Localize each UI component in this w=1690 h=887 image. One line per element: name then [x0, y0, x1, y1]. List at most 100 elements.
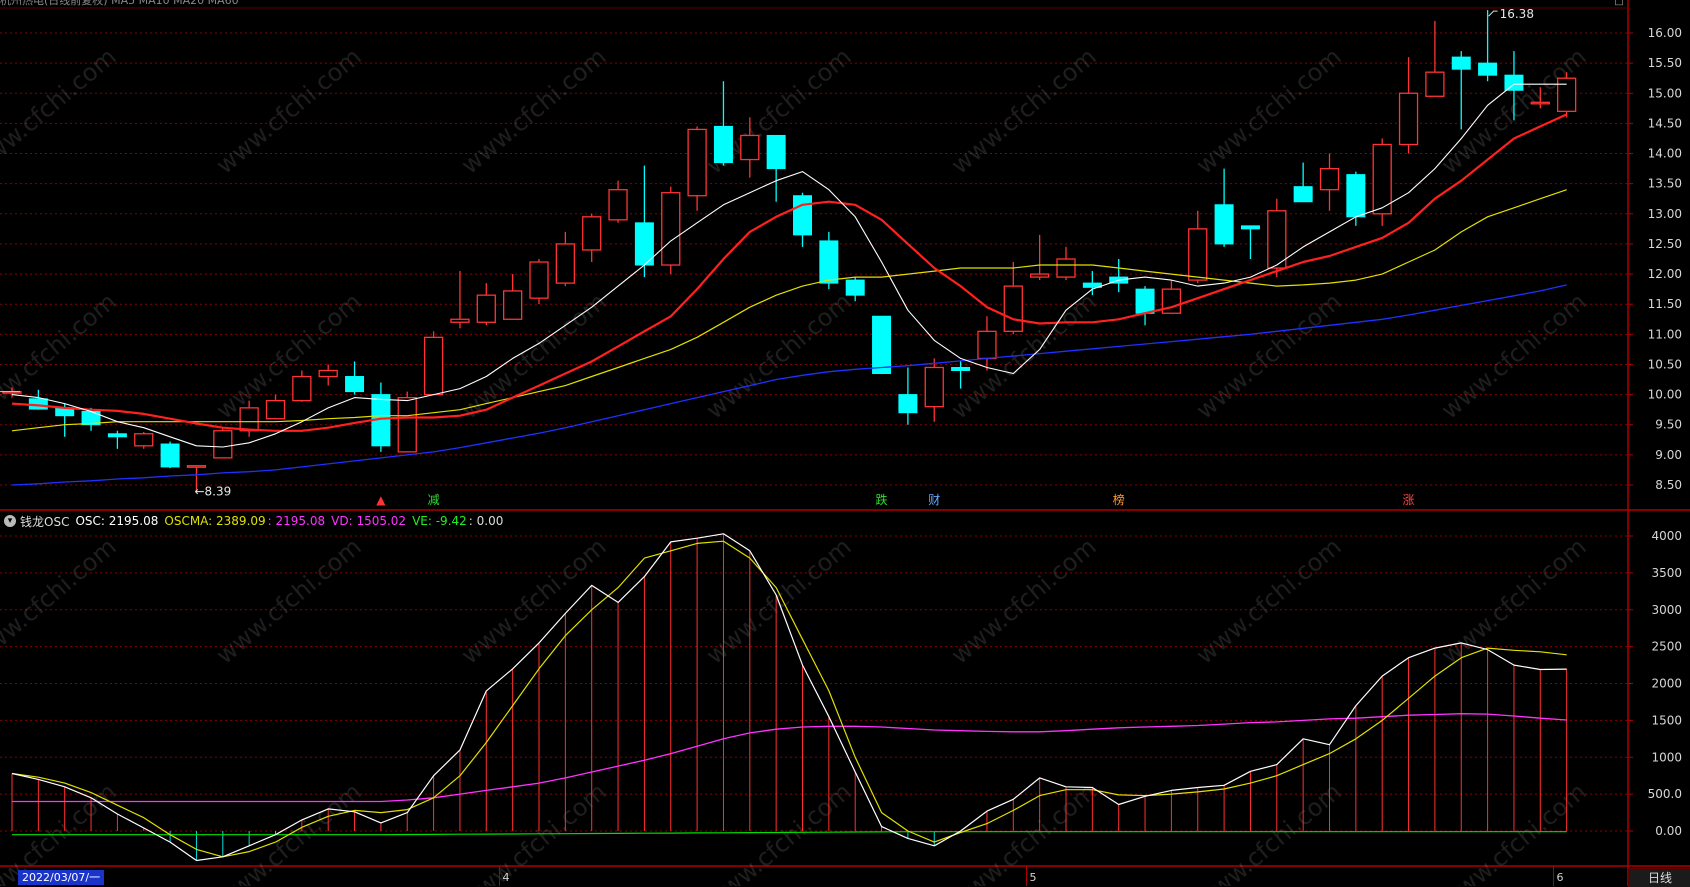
osc-tick-label: 1500 [1651, 713, 1682, 727]
candle-body [555, 243, 575, 284]
event-marker: 减 [428, 493, 440, 507]
candle-body [345, 376, 365, 393]
event-marker: 涨 [1403, 492, 1415, 507]
candle [661, 186, 681, 275]
period-tab-daily[interactable]: 日线 [1628, 868, 1690, 887]
price-tick-label: 15.00 [1648, 86, 1682, 100]
osc-tick-label: 2000 [1651, 677, 1682, 691]
candle-body [898, 394, 918, 414]
price-tick-label: 12.00 [1648, 267, 1682, 281]
candle-body [872, 315, 892, 375]
high-price-label: 16.38 [1500, 7, 1534, 21]
price-tick-label: 11.00 [1648, 327, 1682, 341]
candle-body [1451, 56, 1471, 70]
osc-tick-label: 1000 [1651, 750, 1682, 764]
candle-body [292, 375, 312, 402]
oscma-value: OSCMA: 2389.09 [164, 514, 266, 528]
osc-title[interactable]: 钱龙OSC [20, 513, 69, 530]
price-tick-label: 8.50 [1655, 478, 1682, 492]
candle-body [1240, 225, 1260, 230]
price-tick-label: 13.00 [1648, 207, 1682, 221]
month-label: 5 [1029, 871, 1036, 884]
month-label: 6 [1556, 871, 1563, 884]
price-tick-label: 9.50 [1655, 418, 1682, 432]
extra-value: : 0.00 [468, 514, 504, 528]
candle-body [1372, 143, 1392, 215]
candle-body [1135, 288, 1155, 314]
candle-body [1504, 74, 1524, 91]
candle [134, 431, 154, 449]
month-label: 4 [502, 871, 509, 884]
candle-body [450, 318, 470, 323]
candle-body [740, 134, 760, 161]
candle-body [582, 216, 602, 251]
osc-tick-label: 3500 [1651, 566, 1682, 580]
candle-body [713, 125, 733, 164]
cursor-date-label: 2022/03/07/一 [18, 870, 105, 885]
candle [213, 427, 233, 459]
candle [160, 441, 180, 469]
candle-body [239, 407, 259, 432]
candle-body [1214, 204, 1234, 245]
osc-tick-label: 2500 [1651, 640, 1682, 654]
candle [872, 315, 892, 375]
candle-body [476, 294, 496, 323]
osc-secondary-value: : 2195.08 [267, 514, 326, 528]
candle-body [1319, 167, 1340, 191]
osc-tick-label: 4000 [1651, 529, 1682, 543]
price-tick-label: 14.50 [1648, 116, 1682, 130]
candle-body [107, 433, 127, 438]
candle-body [186, 465, 207, 468]
candle-body [1478, 62, 1498, 76]
candle [529, 259, 549, 305]
stock-chart[interactable]: 16.00 15.50 15.00 14.50 14.00 13.50 13.00 12.50… [0, 0, 1690, 886]
candle [1372, 138, 1392, 226]
price-tick-label: 15.50 [1648, 56, 1682, 70]
price-tick-label: 14.00 [1648, 147, 1682, 161]
event-marker: 财 [928, 493, 940, 507]
osc-indicator-header: ▾ 钱龙OSC OSC: 2195.08 OSCMA: 2389.09 : 21… [4, 513, 509, 529]
candle-body [608, 189, 628, 221]
osc-tick-label: 3000 [1651, 603, 1682, 617]
price-tick-label: 16.00 [1648, 26, 1682, 40]
candle-body [134, 433, 154, 447]
candle-body [265, 399, 286, 420]
candle-body [977, 330, 997, 360]
event-marker: ▲ [376, 493, 386, 507]
price-tick-label: 12.50 [1648, 237, 1682, 251]
price-tick-label: 9.00 [1655, 448, 1682, 462]
low-price-label: ←8.39 [194, 485, 231, 499]
candle-body [1003, 285, 1023, 332]
candle-body [1030, 273, 1050, 278]
candle-body [819, 240, 839, 284]
price-tick-label: 11.50 [1648, 297, 1682, 311]
event-marker: 榜 [1113, 492, 1125, 507]
candle-body [1530, 101, 1550, 105]
candle-body [1557, 77, 1577, 112]
candle [423, 331, 444, 396]
candle-body [1346, 174, 1366, 218]
candle-body [318, 369, 338, 378]
candle-body [1425, 71, 1445, 97]
candle-body [502, 290, 523, 320]
candle-body [766, 134, 786, 170]
indicator-menu-icon[interactable]: ▾ [4, 515, 16, 527]
candle-body [423, 336, 444, 396]
candle [1557, 72, 1577, 118]
osc-tick-label: 0.00 [1655, 824, 1682, 838]
candle-body [845, 279, 865, 296]
candle-body [687, 128, 707, 197]
candle-body [951, 366, 971, 371]
candle-body [661, 192, 681, 266]
ve-value: VE: -9.42 [412, 514, 467, 528]
candle-body [213, 430, 233, 459]
candle-body [924, 366, 944, 408]
event-marker: 跌 [876, 492, 888, 507]
osc-tick-label: 500.0 [1648, 787, 1682, 801]
vd-value: VD: 1505.02 [331, 514, 407, 528]
candle-body [397, 396, 417, 453]
price-tick-label: 10.00 [1648, 388, 1682, 402]
candle-body [1293, 186, 1313, 203]
price-tick-label: 13.50 [1648, 177, 1682, 191]
candle-body [1398, 92, 1419, 146]
